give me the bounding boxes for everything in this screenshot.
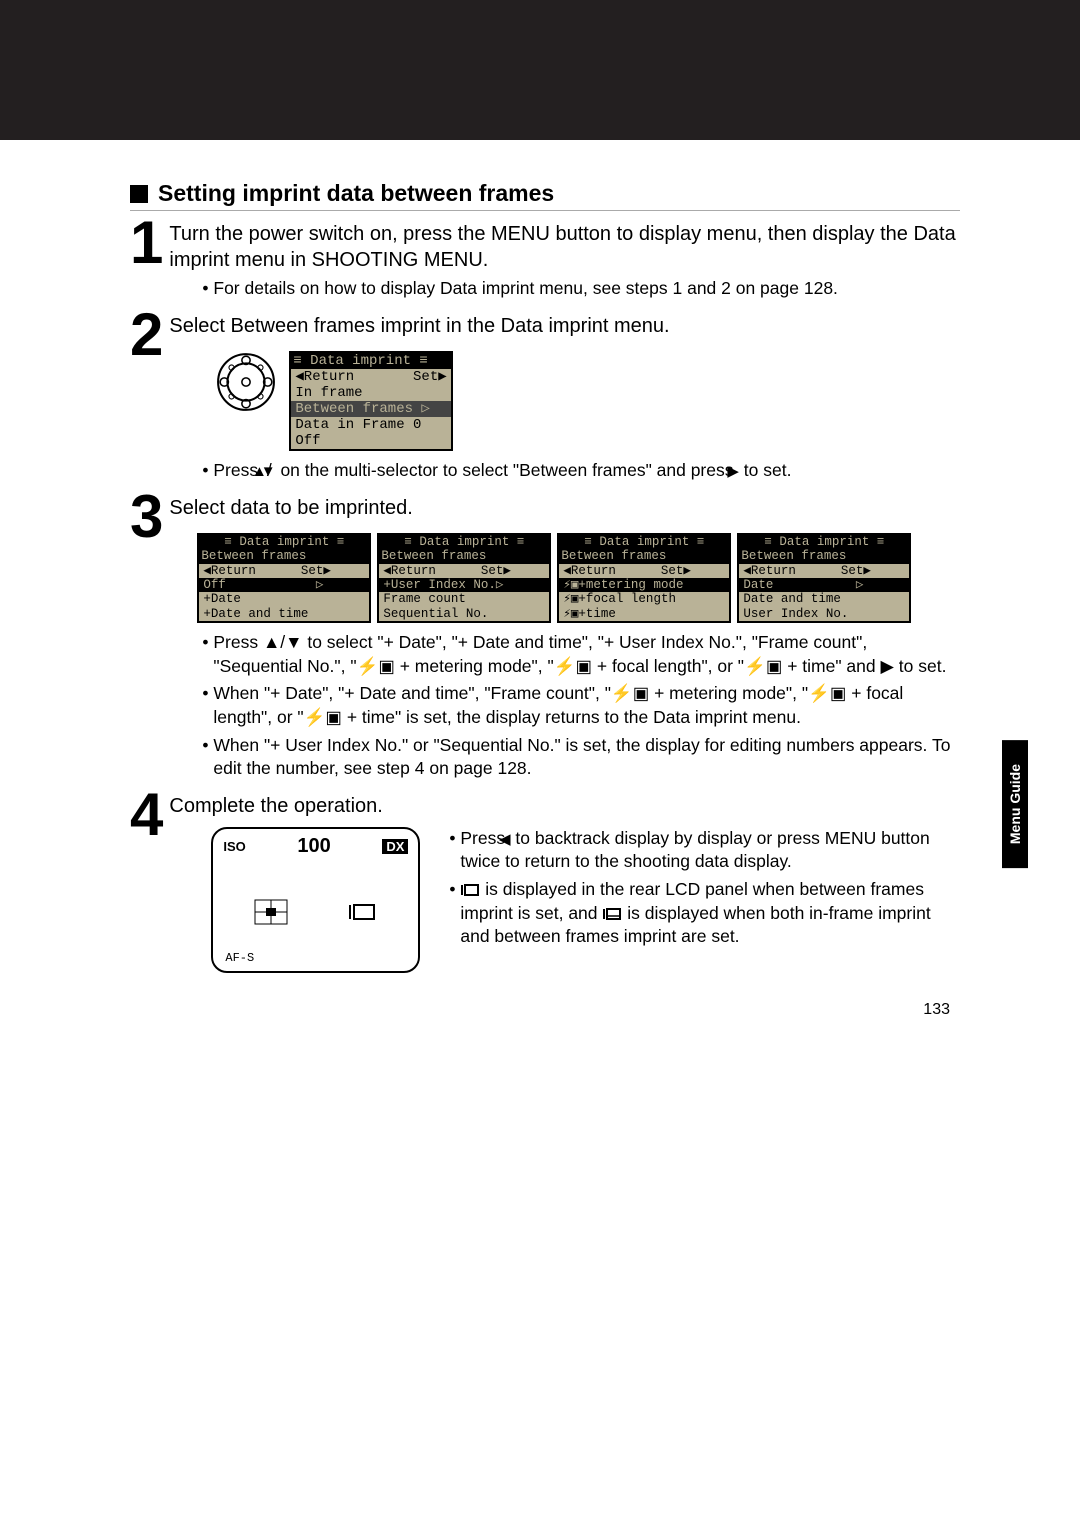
s4b1-b: to backtrack display by display or press… bbox=[460, 828, 929, 872]
lcd1-r2: +Date bbox=[199, 592, 369, 606]
lcd-screen-2: ≡ Data imprint ≡ Between frames ◀Return … bbox=[377, 533, 551, 623]
s2b1-c: to set. bbox=[739, 460, 792, 480]
lcd1-title: ≡ Data imprint ≡ bbox=[199, 535, 369, 549]
lcd-screens-row: ≡ Data imprint ≡ Between frames ◀Return … bbox=[197, 533, 960, 623]
lcd-row-inframe: In frame bbox=[291, 385, 450, 401]
af-area-icon bbox=[254, 899, 288, 925]
page-number: 133 bbox=[923, 1001, 950, 1019]
lcd-row-off: Off bbox=[291, 433, 450, 449]
lcd3-sub: Between frames bbox=[559, 549, 729, 563]
step-3-main: Select data to be imprinted. bbox=[169, 495, 960, 521]
lcd-screen-3: ≡ Data imprint ≡ Between frames ◀Return … bbox=[557, 533, 731, 623]
s2b1-b: on the multi-selector to select "Between… bbox=[276, 460, 739, 480]
lcd1-hl: Off ▷ bbox=[199, 578, 369, 592]
s3b1: Press ▲/▼ to select "+ Date", "+ Date an… bbox=[213, 632, 946, 676]
lcd1-sub: Between frames bbox=[199, 549, 369, 563]
lcd3-ret: ◀Return Set▶ bbox=[559, 564, 729, 578]
step-2-main: Select Between frames imprint in the Dat… bbox=[169, 313, 960, 339]
lcd2-sub: Between frames bbox=[379, 549, 549, 563]
step-1: 1 Turn the power switch on, press the ME… bbox=[130, 219, 960, 305]
lcd3-r2: ⚡▣+focal length bbox=[559, 592, 729, 606]
step-4: 4 Complete the operation. ISO 100 DX bbox=[130, 791, 960, 973]
lcd-row-data-in-frame: Data in Frame 0 bbox=[291, 417, 450, 433]
lcd3-hl: ⚡▣+metering mode bbox=[559, 578, 729, 592]
lcd3-r3: ⚡▣+time bbox=[559, 607, 729, 621]
s3b2: When "+ Date", "+ Date and time", "Frame… bbox=[213, 683, 903, 727]
lcd4-title: ≡ Data imprint ≡ bbox=[739, 535, 909, 549]
lcd2-r2: Frame count bbox=[379, 592, 549, 606]
rear-iso-label: ISO bbox=[223, 839, 245, 854]
rear-lcd-panel: ISO 100 DX bbox=[211, 827, 420, 973]
lcd2-r3: Sequential No. bbox=[379, 607, 549, 621]
lcd-title: ≡ Data imprint ≡ bbox=[293, 353, 427, 369]
lcd2-hl: +User Index No.▷ bbox=[379, 578, 549, 592]
step-4-bullet-1: • Press to backtrack display by display … bbox=[448, 827, 960, 874]
lcd1-ret: ◀Return Set▶ bbox=[199, 564, 369, 578]
lcd4-r3: User Index No. bbox=[739, 607, 909, 621]
lcd2-ret: ◀Return Set▶ bbox=[379, 564, 549, 578]
header-black-bar bbox=[0, 0, 1080, 140]
both-imprint-indicator-icon bbox=[602, 907, 622, 921]
step-3-bullet-2: • When "+ Date", "+ Date and time", "Fra… bbox=[201, 682, 960, 729]
section-heading: Setting imprint data between frames bbox=[130, 180, 960, 211]
lcd-row-return: ◀Return Set▶ bbox=[291, 369, 450, 385]
rear-dx-badge: DX bbox=[382, 839, 408, 854]
step-1-number: 1 bbox=[130, 219, 163, 305]
lcd4-sub: Between frames bbox=[739, 549, 909, 563]
step-1-bullet-1-text: For details on how to display Data impri… bbox=[213, 278, 838, 298]
heading-square-icon bbox=[130, 185, 148, 203]
step-2: 2 Select Between frames imprint in the D… bbox=[130, 311, 960, 487]
step-1-bullet-1: • For details on how to display Data imp… bbox=[201, 277, 960, 301]
lcd-menu-data-imprint: ≡ Data imprint ≡ ◀Return Set▶ In frame B… bbox=[289, 351, 452, 452]
heading-text: Setting imprint data between frames bbox=[158, 180, 554, 207]
step-3-bullet-1: • Press ▲/▼ to select "+ Date", "+ Date … bbox=[201, 631, 960, 678]
step-3-bullet-3: • When "+ User Index No." or "Sequential… bbox=[201, 734, 960, 781]
imprint-indicator-icon bbox=[348, 901, 378, 923]
step-3-number: 3 bbox=[130, 493, 163, 785]
step-2-number: 2 bbox=[130, 311, 163, 487]
lcd4-r2: Date and time bbox=[739, 592, 909, 606]
lcd3-title: ≡ Data imprint ≡ bbox=[559, 535, 729, 549]
step-4-bullet-2: • is displayed in the rear LCD panel whe… bbox=[448, 878, 960, 949]
lcd1-r3: +Date and time bbox=[199, 607, 369, 621]
s3b3: When "+ User Index No." or "Sequential N… bbox=[213, 735, 950, 779]
step-3: 3 Select data to be imprinted. ≡ Data im… bbox=[130, 493, 960, 785]
step-2-bullet-1: • Press / on the multi-selector to selec… bbox=[201, 459, 960, 483]
lcd2-title: ≡ Data imprint ≡ bbox=[379, 535, 549, 549]
rear-af-mode: AF-S bbox=[223, 951, 408, 965]
lcd4-hl: Date ▷ bbox=[739, 578, 909, 592]
step-4-number: 4 bbox=[130, 791, 163, 973]
lcd4-ret: ◀Return Set▶ bbox=[739, 564, 909, 578]
multi-selector-dial-icon bbox=[215, 351, 277, 413]
lcd-screen-4: ≡ Data imprint ≡ Between frames ◀Return … bbox=[737, 533, 911, 623]
side-tab-menu-guide: Menu Guide bbox=[1002, 740, 1028, 868]
lcd-row-between-frames: Between frames ▷ bbox=[291, 401, 450, 417]
lcd-screen-1: ≡ Data imprint ≡ Between frames ◀Return … bbox=[197, 533, 371, 623]
rear-iso-value: 100 bbox=[297, 835, 330, 858]
step-1-main: Turn the power switch on, press the MENU… bbox=[169, 221, 960, 273]
between-frames-indicator-icon bbox=[460, 883, 480, 897]
step-4-main: Complete the operation. bbox=[169, 793, 960, 819]
